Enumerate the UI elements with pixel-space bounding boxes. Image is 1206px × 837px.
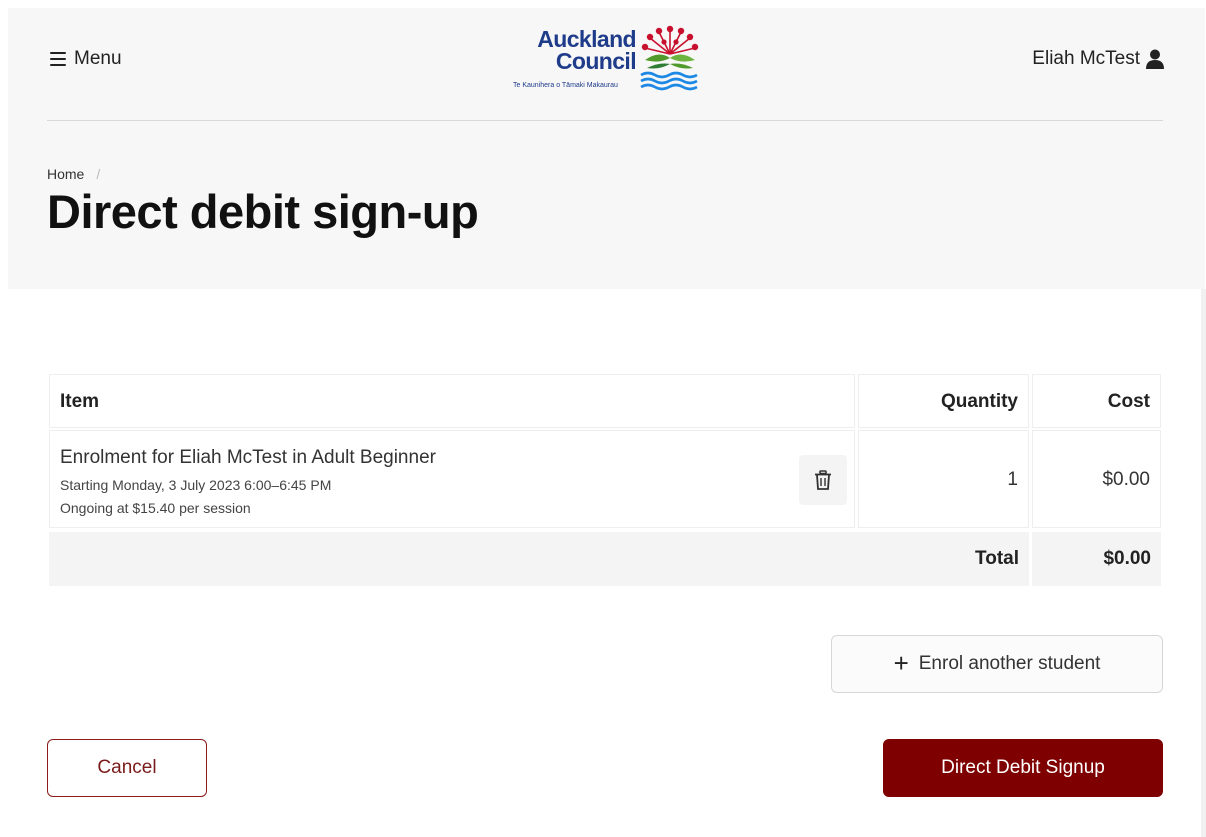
total-row: Total $0.00	[49, 532, 1161, 586]
enrol-another-student-button[interactable]: + Enrol another student	[831, 635, 1163, 693]
table-row: Enrolment for Eliah McTest in Adult Begi…	[49, 430, 1161, 528]
column-header-cost: Cost	[1032, 374, 1161, 428]
cancel-button[interactable]: Cancel	[47, 739, 207, 797]
menu-label: Menu	[74, 48, 122, 69]
plus-icon: +	[893, 648, 909, 678]
pohutukawa-icon	[640, 25, 699, 91]
breadcrumb: Home /	[47, 166, 100, 182]
delete-item-button[interactable]	[799, 455, 847, 505]
enrol-another-label: Enrol another student	[918, 653, 1101, 674]
logo-tagline: Te Kaunihera o Tāmaki Makaurau	[513, 82, 618, 89]
menu-button[interactable]: Menu	[50, 46, 122, 72]
user-icon	[1146, 49, 1164, 69]
cancel-label: Cancel	[97, 757, 157, 778]
item-schedule: Starting Monday, 3 July 2023 6:00–6:45 P…	[60, 477, 332, 493]
breadcrumb-separator: /	[96, 166, 101, 182]
item-cell: Enrolment for Eliah McTest in Adult Begi…	[49, 430, 855, 528]
cost-cell: $0.00	[1032, 430, 1161, 528]
breadcrumb-home[interactable]: Home	[47, 166, 84, 182]
content-edge	[1201, 289, 1206, 837]
item-cost: $0.00	[1102, 469, 1150, 490]
item-title: Enrolment for Eliah McTest in Adult Begi…	[60, 447, 436, 468]
direct-debit-signup-button[interactable]: Direct Debit Signup	[883, 739, 1163, 797]
auckland-council-logo[interactable]: Auckland Council Te Kaunihera o Tāmaki M…	[511, 24, 703, 94]
column-header-quantity: Quantity	[858, 374, 1029, 428]
header-divider	[47, 120, 1163, 121]
logo-wordmark: Auckland Council	[537, 26, 636, 74]
item-pricing: Ongoing at $15.40 per session	[60, 500, 251, 516]
column-header-item: Item	[49, 374, 855, 428]
table-header-row: Item Quantity Cost	[49, 374, 1161, 428]
item-quantity: 1	[1007, 469, 1018, 490]
total-value: $0.00	[1032, 532, 1161, 586]
trash-icon	[815, 470, 831, 490]
hamburger-icon	[50, 52, 66, 66]
total-label: Total	[49, 532, 1029, 586]
user-name: Eliah McTest	[1032, 48, 1140, 69]
page-title: Direct debit sign-up	[47, 185, 479, 238]
signup-label: Direct Debit Signup	[941, 757, 1105, 778]
user-account[interactable]: Eliah McTest	[1032, 46, 1164, 72]
quantity-cell: 1	[858, 430, 1029, 528]
